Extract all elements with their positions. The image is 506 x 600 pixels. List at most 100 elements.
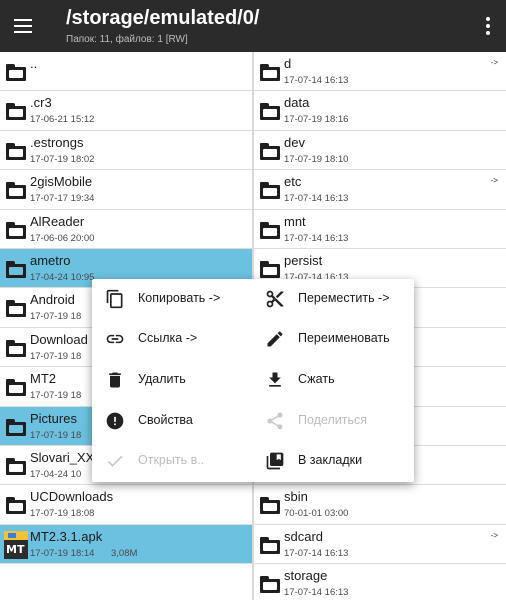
trash-icon [109,372,121,388]
share-label: Поделиться [298,413,368,427]
item-name: Slovari_XX [30,449,95,465]
download-icon [269,372,281,387]
folder-icon [260,142,280,160]
toolbar: /storage/emulated/0/ Папок: 11, файлов: … [0,0,506,52]
file-list-item[interactable]: UCDownloads 17-07-19 18:08 [0,485,252,525]
folder-icon [6,64,26,81]
item-name: MT2 [30,371,56,387]
item-name: persist [284,252,323,268]
open-in-menu-item[interactable]: Открыть в.. [92,441,254,481]
folder-icon [6,418,26,436]
file-list-item[interactable]: sbin 70-01-01 03:00 [254,485,506,525]
item-name: .cr3 [30,95,52,111]
item-date: 17-07-14 16:13 [284,193,349,205]
item-name: MT2.3.1.apk [30,528,103,544]
folder-icon [260,260,280,278]
folder-icon [260,103,280,121]
rename-menu-item[interactable]: Переименовать [252,319,414,359]
item-name: ametro [30,252,71,268]
file-list-item[interactable]: etc 17-07-14 16:13 -> [254,170,506,210]
file-list-item[interactable]: d 17-07-14 16:13 -> [254,52,506,92]
folder-icon [260,221,280,239]
item-name: sbin [284,489,308,505]
item-date: 17-07-19 18:16 [284,114,349,126]
compress-menu-item[interactable]: Сжать [252,360,414,400]
item-date: 17-06-06 20:00 [30,232,95,244]
item-date: 17-07-14 16:13 [284,75,349,86]
folder-icon [6,457,26,475]
move-menu-item[interactable]: Переместить -> [252,279,414,319]
item-size: 3,08M [111,547,138,559]
folder-icon [6,379,26,397]
properties-menu-item[interactable]: Свойства [92,401,254,441]
folder-icon [260,576,280,594]
item-date: 17-07-14 16:13 [284,587,349,599]
item-name: 2gisMobile [30,174,93,190]
bookmarks-icon [266,452,284,470]
properties-label: Свойства [138,413,193,427]
folder-icon [6,497,26,515]
bookmarks-menu-item[interactable]: В закладки [252,441,414,481]
item-name: .. [30,56,38,71]
symlink-arrow: -> [490,58,498,67]
current-path: /storage/emulated/0/ [66,7,260,29]
share-menu-item[interactable]: Поделиться [252,401,414,441]
folder-icon [6,300,26,318]
info-alert-icon [106,412,124,430]
check-icon [107,455,123,467]
item-date: 17-07-19 18 [30,390,82,402]
link-menu-item[interactable]: Ссылка -> [92,319,254,359]
item-name: AlReader [30,213,85,229]
folder-icon [260,497,280,515]
open-in-label: Открыть в.. [138,453,205,467]
file-list-item[interactable]: data 17-07-19 18:16 [254,91,506,131]
link-label: Ссылка -> [138,331,198,345]
item-date: 17-07-19 18:14 [30,547,95,559]
pencil-icon [267,331,283,347]
folder-icon [260,536,280,554]
file-list-item[interactable]: .. [0,52,252,92]
item-date: 17-07-19 18 [30,311,82,323]
folder-icon [260,64,280,81]
copy-label: Копировать -> [138,291,221,305]
file-list-item[interactable]: 2gisMobile 17-07-17 19:34 [0,170,252,210]
folder-icon [6,339,26,357]
delete-menu-item[interactable]: Удалить [92,360,254,400]
folder-icon [6,103,26,121]
file-list-item[interactable]: dev 17-07-19 18:10 [254,131,506,171]
context-menu: Копировать -> Переместить -> Ссылка -> П… [92,279,414,482]
rename-label: Переименовать [298,331,390,345]
item-name: sdcard [284,528,324,544]
file-list-item[interactable]: AlReader 17-06-06 20:00 [0,210,252,249]
folder-icon [6,182,26,200]
symlink-arrow: -> [490,530,498,540]
overflow-menu-icon[interactable] [484,16,492,36]
item-name: storage [284,568,328,584]
item-date: 17-04-24 10 [30,468,82,480]
item-name: .estrongs [30,134,84,150]
bookmarks-label: В закладки [298,453,363,467]
item-name: Download [30,331,88,347]
item-date: 70-01-01 03:00 [284,508,349,520]
file-list-item[interactable]: MT MT2.3.1.apk 17-07-19 18:14 3,08M [0,524,252,565]
hamburger-menu-icon[interactable] [12,15,34,37]
file-list-item[interactable]: storage 17-07-14 16:13 [254,564,506,600]
copy-menu-item[interactable]: Копировать -> [92,279,254,319]
item-date: 17-07-19 18:08 [30,508,95,520]
share-icon [267,412,283,430]
item-name: etc [284,174,302,190]
file-list-item[interactable]: sdcard 17-07-14 16:13 -> [254,525,506,565]
item-date: 17-04-24 10:95 [30,271,95,283]
file-list-item[interactable]: mnt 17-07-14 16:13 [254,210,506,249]
item-name: Android [30,292,75,308]
item-name: UCDownloads [30,489,114,505]
item-date: 17-07-19 18:02 [30,153,95,165]
item-name: Pictures [30,410,77,426]
item-date: 17-07-14 16:13 [284,547,349,559]
file-list-item[interactable]: .cr3 17-06-21 15:12 [0,91,252,131]
folder-icon [6,221,26,239]
move-label: Переместить -> [298,291,390,305]
compress-label: Сжать [298,372,335,386]
item-date: 17-07-19 18:10 [284,153,349,165]
file-list-item[interactable]: .estrongs 17-07-19 18:02 [0,131,252,171]
